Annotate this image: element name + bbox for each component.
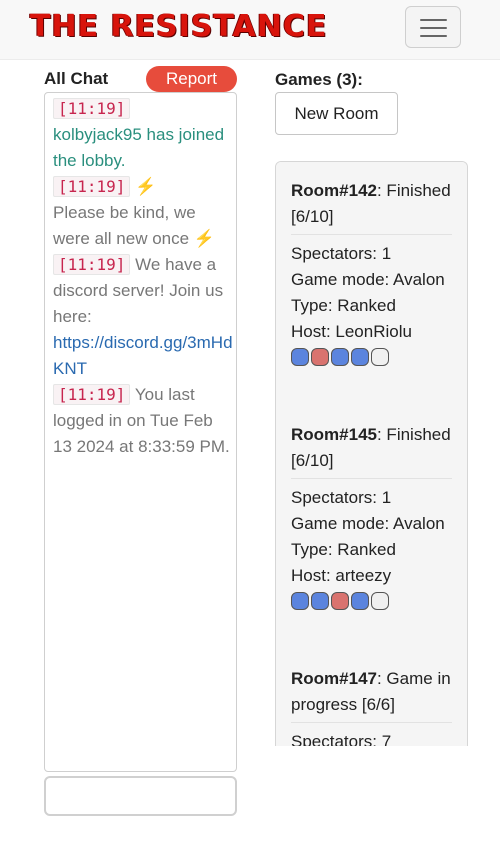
player-red-indicator: [331, 592, 349, 610]
room-type: Type: Ranked: [291, 296, 396, 315]
player-indicators: [291, 592, 452, 610]
player-blue-indicator: [291, 592, 309, 610]
games-title: Games (3):: [275, 70, 363, 89]
player-red-indicator: [311, 348, 329, 366]
app-logo[interactable]: THE RESISTANCE: [30, 10, 327, 44]
chat-messages: [11:19] kolbyjack95 has joined the lobby…: [53, 96, 233, 460]
message-timestamp: [11:19]: [53, 384, 131, 405]
chat-message: [11:19] We have a discord server! Join u…: [53, 252, 233, 382]
room-game-mode: Game mode: Avalon: [291, 514, 445, 533]
player-blue-indicator: [331, 348, 349, 366]
rooms-list[interactable]: Room#142: Finished [6/10] Spectators: 1 …: [275, 161, 468, 746]
room-name: Room#142: [291, 181, 377, 200]
new-room-button[interactable]: New Room: [275, 92, 398, 135]
chat-message: [11:19] ⚡ Please be kind, we were all ne…: [53, 174, 233, 252]
player-blue-indicator: [351, 348, 369, 366]
menu-toggle-button[interactable]: [405, 6, 461, 48]
message-text: kolbyjack95 has joined the lobby.: [53, 125, 225, 170]
room-type: Type: Ranked: [291, 540, 396, 559]
room-header: Room#142: Finished [6/10]: [291, 178, 452, 235]
empty-slot-indicator: [371, 348, 389, 366]
room-card[interactable]: Room#142: Finished [6/10] Spectators: 1 …: [276, 162, 467, 406]
chat-message: [11:19] kolbyjack95 has joined the lobby…: [53, 96, 233, 174]
room-header: Room#147: Game in progress [6/6]: [291, 666, 452, 723]
player-blue-indicator: [291, 348, 309, 366]
room-host: Host: arteezy: [291, 566, 392, 585]
message-timestamp: [11:19]: [53, 176, 131, 197]
message-timestamp: [11:19]: [53, 98, 131, 119]
all-chat-title: All Chat: [44, 69, 109, 88]
player-blue-indicator: [311, 592, 329, 610]
room-game-mode: Game mode: Avalon: [291, 270, 445, 289]
room-card[interactable]: Room#147: Game in progress [6/6] Spectat…: [276, 650, 467, 746]
room-name: Room#147: [291, 669, 377, 688]
chat-log[interactable]: [11:19] kolbyjack95 has joined the lobby…: [44, 92, 237, 772]
lightning-icon: ⚡: [135, 177, 157, 196]
room-spectators: Spectators: 1: [291, 488, 392, 507]
room-host: Host: LeonRiolu: [291, 322, 412, 341]
player-indicators: [291, 348, 452, 366]
lightning-icon: ⚡: [193, 229, 215, 248]
room-spectators: Spectators: 1: [291, 244, 392, 263]
room-card[interactable]: Room#145: Finished [6/10] Spectators: 1 …: [276, 406, 467, 650]
message-timestamp: [11:19]: [53, 254, 131, 275]
empty-slot-indicator: [371, 592, 389, 610]
discord-link[interactable]: https://discord.gg/3mHdKNT: [53, 333, 233, 378]
chat-message: [11:19] You last logged in on Tue Feb 13…: [53, 382, 233, 460]
room-spectators: Spectators: 7: [291, 732, 392, 746]
navbar: THE RESISTANCE: [0, 0, 500, 60]
player-blue-indicator: [351, 592, 369, 610]
chat-input[interactable]: [44, 776, 237, 816]
report-button[interactable]: Report: [146, 66, 237, 92]
room-name: Room#145: [291, 425, 377, 444]
message-text: Please be kind, we were all new once: [53, 203, 196, 248]
room-header: Room#145: Finished [6/10]: [291, 422, 452, 479]
